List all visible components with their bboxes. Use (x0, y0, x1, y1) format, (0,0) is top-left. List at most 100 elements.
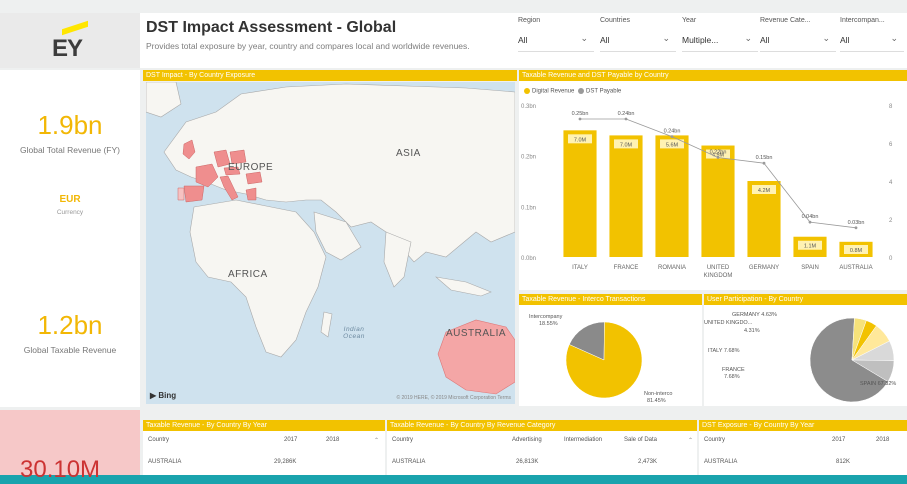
line-point (670, 135, 674, 138)
kpi-value: 1.2bn (37, 310, 103, 340)
country-exposure-map[interactable]: EUROPE ASIA AFRICA AUSTRALIA Indian Ocea… (146, 82, 515, 404)
line-point (854, 226, 858, 230)
col-header[interactable]: 2017 (832, 437, 845, 443)
line-point (808, 220, 812, 224)
slicer-label: Intercompan... (840, 17, 885, 24)
bar-chart: 0.0bn 0.1bn 0.2bn 0.3bn 0 2 4 6 8 7.0M ITALY 7.0M FR… (521, 104, 893, 279)
col-header[interactable]: Country (392, 437, 413, 443)
kpi-label: Global Taxable Revenue (23, 345, 117, 355)
table-cell: 26,813K (516, 459, 539, 465)
pie-value-label: 81.45% (647, 398, 666, 404)
y2-tick-label: 8 (889, 104, 893, 110)
pie-label: GERMANY 4.63% (732, 312, 777, 318)
slicer-label: Year (682, 17, 697, 24)
ey-logo-text: EY (52, 35, 83, 62)
kpi-label: Currency (56, 209, 84, 216)
chevron-down-icon: ⌄ (890, 33, 898, 43)
chevron-down-icon: ⌄ (822, 33, 830, 43)
slicer-dropdown[interactable]: All ⌄ (600, 33, 676, 52)
slicer-intercompany[interactable]: Intercompan... All ⌄ (840, 17, 904, 52)
page-title: DST Impact Assessment - Global (146, 19, 397, 36)
slicer-revenue-category[interactable]: Revenue Cate... All ⌄ (760, 17, 836, 52)
greece-highlight (245, 187, 257, 201)
slicer-year[interactable]: Year Multiple... ⌄ (682, 17, 758, 52)
india-land (383, 231, 412, 288)
legend-swatch (524, 88, 530, 94)
map-label-ocean: Indian Ocean (343, 326, 365, 340)
kpi-taxable-revenue: 1.2bn Global Taxable Revenue (0, 310, 140, 355)
y-tick-label: 0.2bn (521, 155, 536, 161)
y2-tick-label: 4 (889, 180, 893, 186)
kpi-total-revenue: 1.9bn Global Total Revenue (FY) (0, 110, 140, 155)
category-label: ROMANIA (658, 265, 686, 271)
col-header[interactable]: Intermediation (564, 437, 602, 443)
indonesia-land (434, 276, 492, 297)
slicer-label: Region (518, 17, 541, 24)
bar (609, 135, 643, 257)
slicer-region[interactable]: Region All ⌄ (518, 17, 594, 52)
table-cell: AUSTRALIA (704, 459, 738, 465)
category-label: GERMANY (749, 265, 779, 271)
col-header[interactable]: 2018 (876, 437, 889, 443)
slicer-dropdown[interactable]: All ⌄ (518, 33, 594, 52)
map-copyright: © 2019 HERE, © 2019 Microsoft Corporatio… (396, 395, 511, 401)
pie-label: FRANCE (722, 367, 745, 373)
line-point (578, 117, 582, 121)
pie-label: ITALY 7.68% (708, 348, 740, 354)
kpi-value: EUR (59, 194, 81, 205)
slicer-countries[interactable]: Countries All ⌄ (600, 17, 676, 52)
slicer-dropdown[interactable]: Multiple... ⌄ (682, 33, 758, 52)
category-label: UNITED (707, 265, 730, 271)
page-subtitle: Provides total exposure by year, country… (146, 41, 470, 51)
table-cell: 2,473K (638, 459, 658, 465)
category-label: SPAIN (801, 265, 819, 271)
pie-chart-user-participation: GERMANY 4.63% UNITED KINGDO... 4.31% ITALY … (704, 312, 896, 403)
category-label: AUSTRALIA (839, 265, 872, 271)
category-label: KINGDOM (704, 273, 733, 279)
y-tick-label: 0.0bn (521, 256, 536, 262)
kpi-column: 1.9bn Global Total Revenue (FY) EUR Curr… (0, 70, 140, 407)
col-header[interactable]: Sale of Data (624, 437, 657, 443)
pie2-header: User Participation - By Country (704, 294, 907, 305)
greenland-land (146, 82, 182, 118)
bing-logo: ▶ Bing (150, 391, 177, 400)
revenue-label: 0.15bn (756, 155, 773, 161)
map-svg (146, 82, 515, 395)
kpi-label: Global Total Revenue (FY) (19, 145, 120, 155)
slicer-dropdown[interactable]: All ⌄ (760, 33, 836, 52)
col-header[interactable]: 2018 (326, 437, 339, 443)
bar (701, 145, 735, 257)
y-tick-label: 0.3bn (521, 104, 536, 110)
category-label: FRANCE (614, 265, 639, 271)
scroll-up-icon[interactable]: ⌃ (374, 437, 379, 444)
pie-label: Intercompany (529, 314, 563, 320)
data-label: 1.1M (804, 244, 817, 250)
table1-header: Taxable Revenue - By Country By Year (143, 420, 385, 431)
map-panel-header: DST Impact - By Country Exposure (143, 70, 517, 81)
scroll-up-icon[interactable]: ⌃ (688, 437, 693, 444)
bar (655, 135, 689, 257)
spain-highlight (183, 185, 205, 203)
revenue-label: 0.25bn (572, 111, 589, 117)
pie-label: SPAIN 67.32% (860, 381, 896, 387)
data-label: 5.6M (666, 142, 679, 148)
kpi-value: 1.9bn (37, 110, 103, 140)
col-header[interactable]: Country (704, 437, 725, 443)
table-cell: AUSTRALIA (148, 459, 182, 465)
y2-tick-label: 6 (889, 142, 893, 148)
chevron-down-icon: ⌄ (662, 33, 670, 43)
table-cell: 812K (836, 459, 851, 465)
kpi-value: 30.10M (20, 456, 101, 483)
category-label: ITALY (572, 265, 588, 271)
y2-tick-label: 2 (889, 218, 893, 224)
table3-grid: Country 2017 2018 AUSTRALIA 812K (704, 437, 904, 473)
col-header[interactable]: Advertising (512, 437, 542, 443)
slicer-label: Revenue Cate... (760, 17, 811, 24)
col-header[interactable]: 2017 (284, 437, 297, 443)
line-point (716, 156, 720, 159)
map-label-australia: AUSTRALIA (446, 328, 507, 339)
table2-grid: Country Advertising Intermediation Sale … (392, 437, 696, 473)
col-header[interactable]: Country (148, 437, 169, 443)
slicer-dropdown[interactable]: All ⌄ (840, 33, 904, 52)
table3-header: DST Exposure - By Country By Year (699, 420, 907, 431)
